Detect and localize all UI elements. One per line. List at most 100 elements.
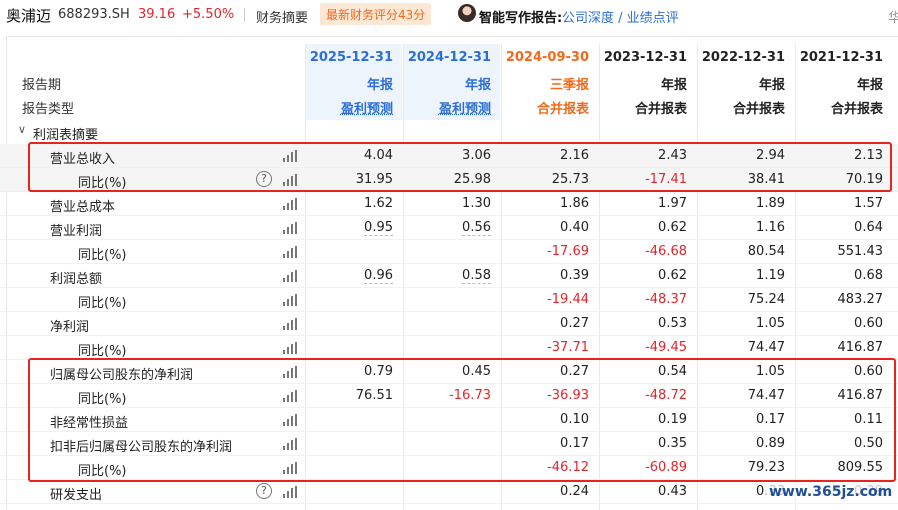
row-label: 营业利润 bbox=[50, 224, 103, 239]
stock-price: 39.16 bbox=[138, 7, 176, 22]
cell-value: 0.40 bbox=[560, 220, 589, 235]
table-cell: 1.86 bbox=[502, 196, 598, 211]
cell-value: -19.44 bbox=[547, 292, 589, 307]
financial-score-badge[interactable]: 最新财务评分43分 bbox=[320, 3, 432, 25]
row-label: 同比(%) bbox=[78, 296, 127, 311]
bar-chart-icon[interactable] bbox=[283, 486, 297, 498]
column-date[interactable]: 2021-12-31 bbox=[796, 50, 892, 65]
table-cell: 1.97 bbox=[600, 196, 696, 211]
table-row[interactable]: 研发支出?0.240.430.330.29 bbox=[0, 480, 898, 504]
help-icon[interactable]: ? bbox=[256, 483, 272, 499]
section-income-statement[interactable]: ∨ 利润表摘要 bbox=[0, 120, 898, 144]
table-cell: 0.62 bbox=[600, 220, 696, 235]
cell-value: 0.68 bbox=[854, 268, 883, 283]
highlight-box bbox=[28, 142, 892, 192]
row-label: 研发支出 bbox=[50, 488, 103, 503]
column-type[interactable]: 盈利预测 bbox=[306, 98, 402, 117]
cell-value: 416.87 bbox=[837, 340, 884, 355]
table-cell: 75.24 bbox=[698, 292, 794, 307]
cell-value: 0.56 bbox=[462, 220, 491, 236]
cell-value: 0.27 bbox=[560, 316, 589, 331]
cell-value: 0.96 bbox=[364, 268, 393, 284]
column-kind: 年报 bbox=[758, 78, 785, 93]
stock-change: +5.50% bbox=[182, 7, 235, 22]
column-type[interactable]: 盈利预测 bbox=[404, 98, 500, 117]
cell-value: 0.39 bbox=[560, 268, 589, 283]
column-date[interactable]: 2024-09-30 bbox=[502, 50, 598, 65]
cell-value: 0.53 bbox=[658, 316, 687, 331]
column-kind: 年报 bbox=[660, 78, 687, 93]
cell-value: 1.62 bbox=[364, 196, 393, 211]
table-cell: 0.53 bbox=[600, 316, 696, 331]
cell-value: 0.58 bbox=[462, 268, 491, 284]
table-row[interactable]: 同比(%) -19.44 -48.37 75.24 483.27 bbox=[0, 288, 898, 312]
table-row[interactable]: 净利润 0.27 0.53 1.05 0.60 bbox=[0, 312, 898, 336]
bar-chart-icon[interactable] bbox=[283, 270, 297, 282]
table-cell: 1.16 bbox=[698, 220, 794, 235]
bar-chart-icon[interactable] bbox=[283, 198, 297, 210]
table-row[interactable]: 营业利润 0.95 0.56 0.40 0.62 1.16 0.64 bbox=[0, 216, 898, 240]
table-cell: 1.62 bbox=[306, 196, 402, 211]
cell-value: 0.24 bbox=[560, 484, 589, 499]
cell-value: 80.54 bbox=[747, 244, 785, 259]
table-cell: -37.71 bbox=[502, 340, 598, 355]
table-cell: 0.39 bbox=[502, 268, 598, 283]
table-row[interactable]: 同比(%) -37.71 -49.45 74.47 416.87 bbox=[0, 336, 898, 360]
table-cell: 1.05 bbox=[698, 316, 794, 331]
table-cell: 416.87 bbox=[796, 340, 892, 355]
table-cell: 1.19 bbox=[698, 268, 794, 283]
row-label: 营业总成本 bbox=[50, 200, 116, 215]
cell-value: 0.95 bbox=[364, 220, 393, 236]
cell-value: 0.64 bbox=[854, 220, 883, 235]
report-period-label: 报告期 bbox=[22, 78, 62, 93]
cell-value: -37.71 bbox=[547, 340, 589, 355]
cell-value: -46.68 bbox=[645, 244, 687, 259]
table-cell: 1.57 bbox=[796, 196, 892, 211]
smart-report-label: 智能写作报告: bbox=[479, 11, 563, 26]
table-cell: 0.64 bbox=[796, 220, 892, 235]
table-cell: -46.68 bbox=[600, 244, 696, 259]
avatar bbox=[458, 4, 476, 22]
bar-chart-icon[interactable] bbox=[283, 318, 297, 330]
chevron-down-icon[interactable]: ∨ bbox=[18, 123, 26, 136]
cell-value: 0.43 bbox=[658, 484, 687, 499]
column-date[interactable]: 2025-12-31 bbox=[306, 50, 402, 65]
bar-chart-icon[interactable] bbox=[283, 294, 297, 306]
table-cell: 0.56 bbox=[404, 220, 500, 236]
column-date[interactable]: 2023-12-31 bbox=[600, 50, 696, 65]
table-cell: 0.40 bbox=[502, 220, 598, 235]
table-cell: -49.45 bbox=[600, 340, 696, 355]
stock-code: 688293.SH bbox=[58, 7, 130, 22]
cell-value: 75.24 bbox=[747, 292, 785, 307]
divider bbox=[244, 8, 245, 22]
stock-header-bar: 奥浦迈 688293.SH 39.16 +5.50% 财务摘要 最新财务评分43… bbox=[0, 0, 898, 30]
report-type-label: 报告类型 bbox=[22, 102, 75, 117]
cell-value: 1.97 bbox=[658, 196, 687, 211]
bar-chart-icon[interactable] bbox=[283, 222, 297, 234]
table-row[interactable]: 营业总成本 1.62 1.30 1.86 1.97 1.89 1.57 bbox=[0, 192, 898, 216]
table-row[interactable]: 利润总额 0.96 0.58 0.39 0.62 1.19 0.68 bbox=[0, 264, 898, 288]
bar-chart-icon[interactable] bbox=[283, 342, 297, 354]
report-links[interactable]: 公司深度 / 业绩点评 bbox=[562, 7, 679, 26]
table-cell: 0.43 bbox=[600, 484, 696, 499]
cell-value: 551.43 bbox=[837, 244, 884, 259]
bar-chart-icon[interactable] bbox=[283, 246, 297, 258]
table-cell: 0.24 bbox=[502, 484, 598, 499]
table-cell: 551.43 bbox=[796, 244, 892, 259]
cell-value: 1.86 bbox=[560, 196, 589, 211]
table-row[interactable]: 同比(%) -17.69 -46.68 80.54 551.43 bbox=[0, 240, 898, 264]
stock-name: 奥浦迈 bbox=[6, 7, 52, 25]
highlight-box bbox=[28, 358, 896, 482]
section-label: 利润表摘要 bbox=[33, 128, 99, 143]
column-kind: 年报 bbox=[464, 78, 491, 93]
column-kind: 年报 bbox=[366, 78, 393, 93]
tab-financial-summary[interactable]: 财务摘要 bbox=[256, 7, 308, 26]
table-cell: 483.27 bbox=[796, 292, 892, 307]
table-cell: 0.68 bbox=[796, 268, 892, 283]
table-cell: 0.62 bbox=[600, 268, 696, 283]
table-cell: 80.54 bbox=[698, 244, 794, 259]
table-cell: -17.69 bbox=[502, 244, 598, 259]
row-label: 同比(%) bbox=[78, 344, 127, 359]
column-date[interactable]: 2024-12-31 bbox=[404, 50, 500, 65]
column-date[interactable]: 2022-12-31 bbox=[698, 50, 794, 65]
